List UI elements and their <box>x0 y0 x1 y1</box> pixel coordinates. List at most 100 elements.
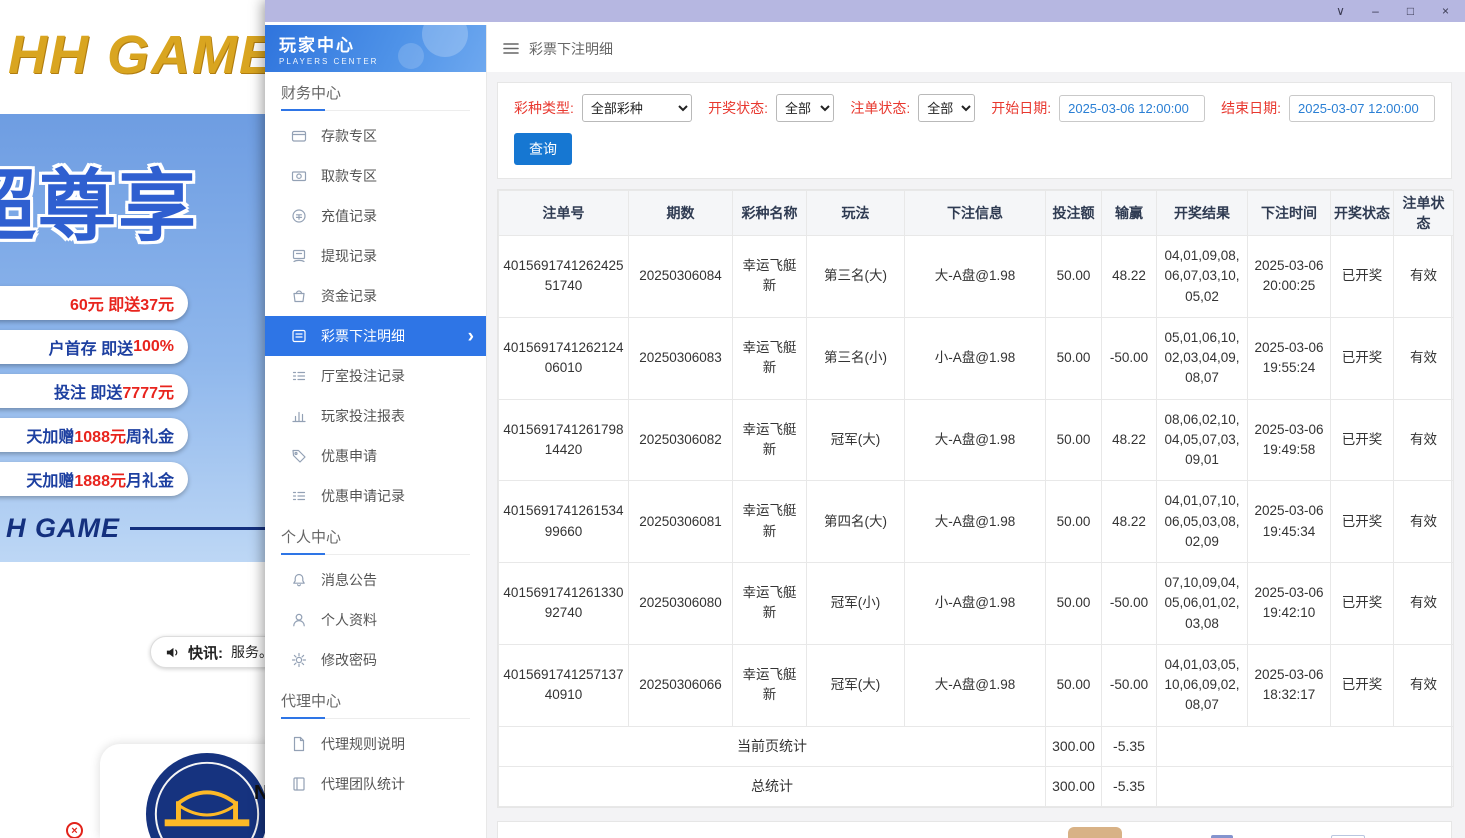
sidebar-menu: 财务中心存款专区取款专区充值记录提现记录资金记录彩票下注明细›厅室投注记录玩家投… <box>265 82 486 804</box>
table-row: 40156917412613309274020250306080幸运飞艇新冠军(… <box>499 563 1454 645</box>
search-button[interactable]: 查询 <box>514 133 572 165</box>
promo-pill-text: 月礼金 <box>126 467 174 491</box>
person-icon <box>291 612 307 628</box>
bottom-widget-tab[interactable] <box>1068 827 1122 838</box>
table-cell: 20250306084 <box>629 236 733 318</box>
promo-pill-text: 周礼金 <box>126 423 174 447</box>
table-cell: 48.22 <box>1102 236 1157 318</box>
sidebar-item-profile[interactable]: 个人资料 <box>265 600 486 640</box>
table-cell: 已开奖 <box>1331 481 1394 563</box>
ad-close-button[interactable]: × <box>66 822 83 838</box>
promo-headline: 超尊享 <box>0 144 198 256</box>
table-cell: 50.00 <box>1046 399 1102 481</box>
table-cell: 有效 <box>1394 317 1454 399</box>
pagination-bar: 每页显示20条 共6条 首页 上一页 1 下一页 第 页 跳转 <box>497 821 1452 838</box>
lottery-type-label: 彩种类型: <box>514 98 574 118</box>
table-cell: 第三名(小) <box>807 317 905 399</box>
total-summary-label: 总统计 <box>499 766 1046 806</box>
ticker-label: 快讯: <box>188 642 223 663</box>
table-cell: 第四名(大) <box>807 481 905 563</box>
table-cell: 已开奖 <box>1331 399 1394 481</box>
column-header: 玩法 <box>807 191 905 236</box>
table-cell: 04,01,09,08,06,07,03,10,05,02 <box>1157 236 1248 318</box>
table-cell: -50.00 <box>1102 563 1157 645</box>
table-cell: 幸运飞艇新 <box>733 236 807 318</box>
tag-icon <box>291 448 307 464</box>
cash-icon <box>291 248 307 264</box>
sidebar-item-funds-records[interactable]: 资金记录 <box>265 276 486 316</box>
sidebar-item-label: 取款专区 <box>321 166 377 186</box>
sidebar-item-change-password[interactable]: 修改密码 <box>265 640 486 680</box>
table-cell: 48.22 <box>1102 399 1157 481</box>
menu-toggle-icon[interactable] <box>503 42 519 55</box>
gear-icon <box>291 652 307 668</box>
bag-icon <box>291 288 307 304</box>
column-header: 彩种名称 <box>733 191 807 236</box>
content-topbar: 彩票下注明细 <box>487 25 1465 72</box>
table-cell: 401569174125713740910 <box>499 644 629 726</box>
sidebar-item-label: 厅室投注记录 <box>321 366 405 386</box>
window-titlebar: ∨ – □ × <box>265 0 1465 22</box>
sidebar-item-label: 代理团队统计 <box>321 774 405 794</box>
window-maximize-button[interactable]: □ <box>1403 5 1418 17</box>
sidebar-item-deposit-zone[interactable]: 存款专区 <box>265 116 486 156</box>
hgame-sublogo: H GAME <box>6 513 120 544</box>
table-cell: 2025-03-06 20:00:25 <box>1248 236 1331 318</box>
sidebar-title: 玩家中心 <box>279 31 486 56</box>
table-row: 40156917412615349966020250306081幸运飞艇新第四名… <box>499 481 1454 563</box>
current-page-button[interactable]: 1 <box>1211 835 1233 838</box>
page-summary-bet: 300.00 <box>1046 726 1102 766</box>
bet-table: 注单号期数彩种名称玩法下注信息投注额输赢开奖结果下注时间开奖状态注单状态 401… <box>497 189 1452 808</box>
column-header: 注单号 <box>499 191 629 236</box>
sidebar-item-label: 优惠申请 <box>321 446 377 466</box>
table-cell: 401569174126242551740 <box>499 236 629 318</box>
sidebar-item-agent-team-stats[interactable]: 代理团队统计 <box>265 764 486 804</box>
sidebar-section-personal: 个人中心消息公告个人资料修改密码 <box>265 526 486 680</box>
table-cell: 50.00 <box>1046 317 1102 399</box>
sidebar-item-recharge-records[interactable]: 充值记录 <box>265 196 486 236</box>
page-jump-input[interactable] <box>1331 835 1365 838</box>
sidebar-item-label: 存款专区 <box>321 126 377 146</box>
table-row: 40156917412571374091020250306066幸运飞艇新冠军(… <box>499 644 1454 726</box>
order-status-select[interactable]: 全部 <box>918 94 975 122</box>
table-cell: 冠军(大) <box>807 644 905 726</box>
lottery-type-select[interactable]: 全部彩种 <box>582 94 692 122</box>
total-summary-empty <box>1157 766 1454 806</box>
page-summary-label: 当前页统计 <box>499 726 1046 766</box>
table-cell: 第三名(大) <box>807 236 905 318</box>
column-header: 注单状态 <box>1394 191 1454 236</box>
sidebar-item-promo-apply-records[interactable]: 优惠申请记录 <box>265 476 486 516</box>
draw-status-select[interactable]: 全部 <box>776 94 834 122</box>
start-date-input[interactable] <box>1059 95 1205 122</box>
sidebar-item-promo-apply[interactable]: 优惠申请 <box>265 436 486 476</box>
sidebar-item-lottery-bet-details[interactable]: 彩票下注明细› <box>265 316 486 356</box>
table-cell: 冠军(小) <box>807 563 905 645</box>
sidebar-item-messages[interactable]: 消息公告 <box>265 560 486 600</box>
table-cell: 有效 <box>1394 644 1454 726</box>
promo-pill: 投注 即送7777元 <box>0 374 188 408</box>
promo-pill-text: 户首存 即送 <box>49 335 133 359</box>
table-cell: 50.00 <box>1046 481 1102 563</box>
start-date-label: 开始日期: <box>991 98 1051 118</box>
promo-pill: 天加赠1088元周礼金 <box>0 418 188 452</box>
sidebar-item-withdrawal-records[interactable]: 提现记录 <box>265 236 486 276</box>
sidebar-item-label: 优惠申请记录 <box>321 486 405 506</box>
end-date-input[interactable] <box>1289 95 1435 122</box>
table-cell: 大-A盘@1.98 <box>905 399 1046 481</box>
sidebar-item-hall-bet-records[interactable]: 厅室投注记录 <box>265 356 486 396</box>
table-cell: 幸运飞艇新 <box>733 563 807 645</box>
sidebar-item-withdraw-zone[interactable]: 取款专区 <box>265 156 486 196</box>
window-close-button[interactable]: × <box>1438 5 1453 17</box>
promo-pill-text: 投注 即送 <box>54 379 122 403</box>
sidebar-item-player-bet-report[interactable]: 玩家投注报表 <box>265 396 486 436</box>
table-cell: 已开奖 <box>1331 563 1394 645</box>
table-row: 40156917412617981442020250306082幸运飞艇新冠军(… <box>499 399 1454 481</box>
promo-pill-text: 1888元 <box>74 467 126 491</box>
table-cell: 50.00 <box>1046 644 1102 726</box>
window-minimize-button[interactable]: – <box>1368 5 1383 17</box>
window-dropdown-icon[interactable]: ∨ <box>1333 5 1348 17</box>
section-title-agent: 代理中心 <box>281 690 470 719</box>
speaker-icon <box>165 645 180 660</box>
sidebar-item-agent-rules[interactable]: 代理规则说明 <box>265 724 486 764</box>
table-cell: -50.00 <box>1102 644 1157 726</box>
